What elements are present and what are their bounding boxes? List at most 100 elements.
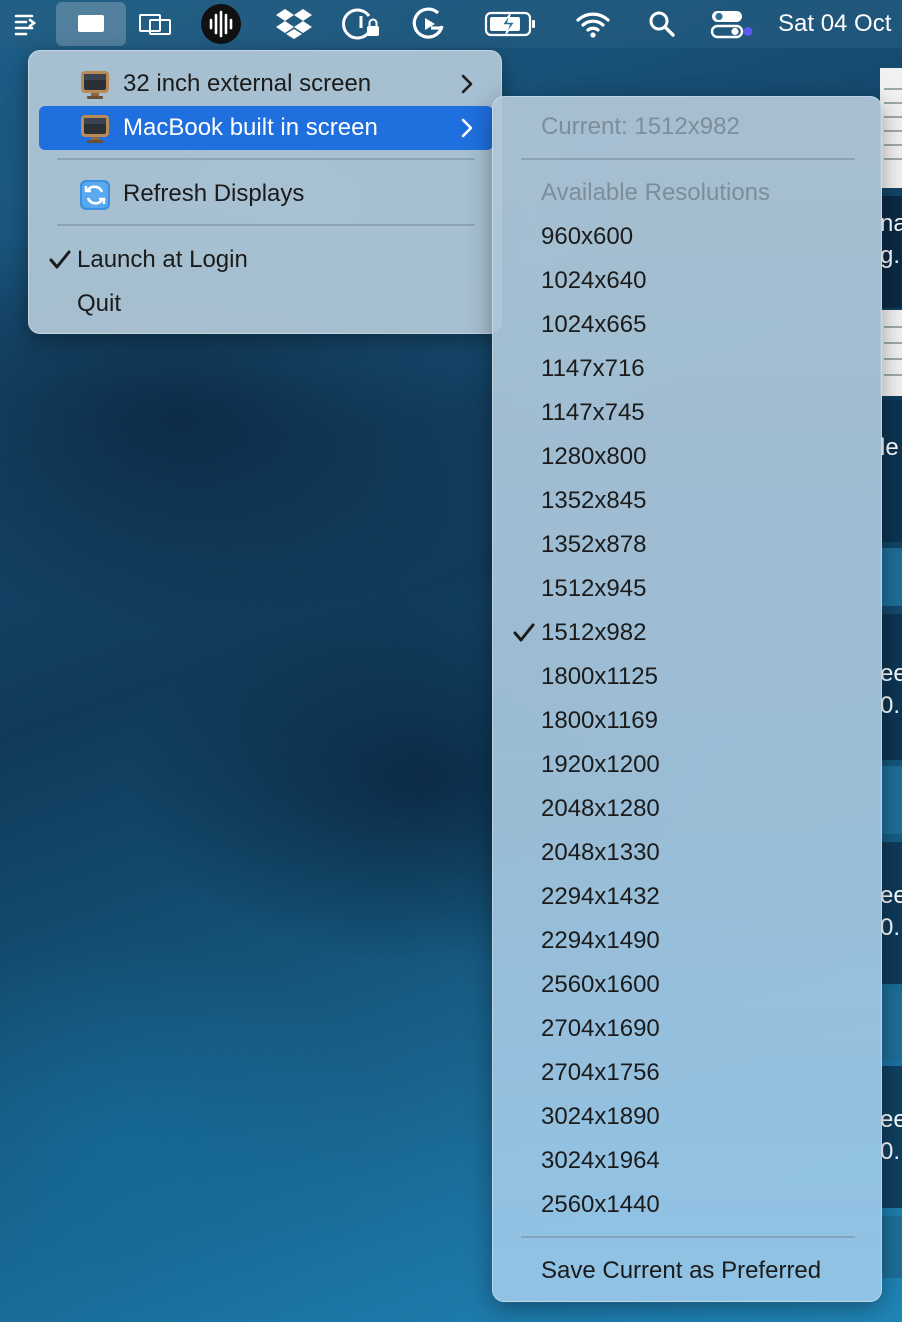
menu-item-quit[interactable]: Quit — [39, 282, 493, 326]
background-window-text: ee 0.. — [880, 614, 902, 760]
chevron-right-icon — [461, 74, 473, 94]
resolution-label: 1512x982 — [541, 619, 647, 646]
resolution-label: 1800x1125 — [541, 663, 658, 690]
resolution-label: 2560x1600 — [541, 971, 660, 998]
menu-item-macbook-screen[interactable]: MacBook built in screen — [39, 106, 493, 150]
monitor-icon — [81, 71, 109, 99]
resolution-option[interactable]: 1024x640 — [493, 259, 883, 303]
background-window-thumbnail — [880, 990, 902, 1060]
menu-item-refresh-displays[interactable]: Refresh Displays — [39, 172, 493, 216]
resolution-option[interactable]: 960x600 — [493, 215, 883, 259]
monitor-icon — [81, 115, 109, 143]
background-text-fragment: 0. — [880, 914, 901, 941]
resolution-option[interactable]: 3024x1890 — [493, 1095, 883, 1139]
menu-item-external-screen[interactable]: 32 inch external screen — [39, 62, 493, 106]
checkmark-icon — [49, 250, 71, 269]
save-preferred-button[interactable]: Save Current as Preferred — [493, 1249, 883, 1293]
resolution-label: 1280x800 — [541, 443, 647, 470]
resolution-option[interactable]: 1800x1125 — [493, 655, 883, 699]
background-text-fragment: ee — [880, 1106, 902, 1133]
resolution-option[interactable]: 1024x665 — [493, 303, 883, 347]
background-window-thumbnail — [880, 310, 902, 396]
list-menu-icon[interactable] — [8, 0, 44, 48]
resolution-label: 2048x1280 — [541, 795, 660, 822]
save-preferred-label: Save Current as Preferred — [541, 1257, 822, 1284]
resolutions-submenu: Current: 1512x982 Available Resolutions … — [492, 96, 882, 1302]
resolution-option[interactable]: 1280x800 — [493, 435, 883, 479]
resolution-option[interactable]: 1512x982 — [493, 611, 883, 655]
background-text-fragment: na — [880, 210, 902, 237]
resolution-option[interactable]: 2704x1756 — [493, 1051, 883, 1095]
background-window-text: na g.. — [880, 196, 902, 308]
background-window-thumbnail — [880, 548, 902, 606]
resolution-label: 2294x1432 — [541, 883, 660, 910]
background-window-thumbnail — [880, 1216, 902, 1278]
resolution-label: 1024x665 — [541, 311, 647, 338]
resolution-label: 1147x716 — [541, 355, 645, 382]
search-icon[interactable] — [640, 0, 684, 48]
background-window-thumbnail — [880, 766, 902, 834]
menu-item-label: 32 inch external screen — [123, 70, 372, 97]
menu-bar-clock[interactable]: Sat 04 Oct — [778, 0, 891, 48]
resolution-label: 1147x745 — [541, 399, 645, 426]
battery-charging-icon — [482, 0, 540, 48]
chevron-right-icon — [461, 118, 473, 138]
menu-separator — [521, 158, 855, 160]
resolution-option[interactable]: 1800x1169 — [493, 699, 883, 743]
resolution-label: 2704x1690 — [541, 1015, 660, 1042]
background-text-fragment: ee — [880, 882, 902, 909]
checkmark-icon — [513, 623, 535, 642]
vpn-lock-icon[interactable] — [338, 0, 384, 48]
section-header-text: Available Resolutions — [541, 179, 771, 206]
resolution-label: 1352x878 — [541, 531, 647, 558]
refresh-icon — [80, 180, 110, 210]
dropbox-icon[interactable] — [272, 0, 316, 48]
resolution-option[interactable]: 2048x1330 — [493, 831, 883, 875]
elgato-icon[interactable] — [406, 0, 452, 48]
resolution-label: 1800x1169 — [541, 707, 658, 734]
resolution-option[interactable]: 1512x945 — [493, 567, 883, 611]
resolution-option[interactable]: 2294x1432 — [493, 875, 883, 919]
screens-icon[interactable] — [134, 0, 176, 48]
resolution-option[interactable]: 1147x716 — [493, 347, 883, 391]
resolution-option[interactable]: 1352x845 — [493, 479, 883, 523]
resolution-label: 1512x945 — [541, 575, 647, 602]
resolution-option[interactable]: 2294x1490 — [493, 919, 883, 963]
menu-separator — [521, 1236, 855, 1238]
menu-separator — [57, 224, 475, 226]
resolution-option[interactable]: 1147x745 — [493, 391, 883, 435]
resolution-option[interactable]: 1920x1200 — [493, 743, 883, 787]
menu-item-label: Refresh Displays — [123, 180, 305, 207]
resolution-label: 1352x845 — [541, 487, 647, 514]
background-window-text: le — [880, 400, 902, 542]
resolution-label: 3024x1964 — [541, 1147, 660, 1174]
background-window-text: ee 0. — [880, 842, 902, 984]
wifi-icon[interactable] — [570, 0, 616, 48]
current-resolution-label: Current: 1512x982 — [493, 105, 883, 149]
current-resolution-text: Current: 1512x982 — [541, 113, 740, 140]
resolution-label: 2294x1490 — [541, 927, 660, 954]
display-dropdown-menu: 32 inch external screen MacBook built in… — [28, 50, 502, 334]
display-menu-icon[interactable] — [56, 2, 126, 46]
resolution-option[interactable]: 2560x1440 — [493, 1183, 883, 1227]
menu-item-launch-at-login[interactable]: Launch at Login — [39, 238, 493, 282]
menu-item-label: MacBook built in screen — [123, 114, 378, 141]
control-center-icon[interactable] — [708, 0, 756, 48]
resolution-option[interactable]: 1352x878 — [493, 523, 883, 567]
menu-item-label: Launch at Login — [77, 246, 248, 273]
background-window-thumbnail — [880, 68, 902, 188]
resolution-option[interactable]: 2048x1280 — [493, 787, 883, 831]
resolution-label: 2560x1440 — [541, 1191, 660, 1218]
menu-item-label: Quit — [77, 290, 122, 317]
resolution-label: 960x600 — [541, 223, 634, 250]
background-text-fragment: ee — [880, 660, 902, 687]
audio-waveform-icon[interactable] — [198, 0, 244, 48]
menu-bar: Sat 04 Oct — [0, 0, 902, 48]
resolution-label: 3024x1890 — [541, 1103, 660, 1130]
resolution-option[interactable]: 2704x1690 — [493, 1007, 883, 1051]
resolution-option[interactable]: 3024x1964 — [493, 1139, 883, 1183]
resolution-label: 2704x1756 — [541, 1059, 660, 1086]
background-text-fragment: 0.. — [880, 692, 902, 719]
background-window-text: ee 0. — [880, 1066, 902, 1208]
resolution-option[interactable]: 2560x1600 — [493, 963, 883, 1007]
